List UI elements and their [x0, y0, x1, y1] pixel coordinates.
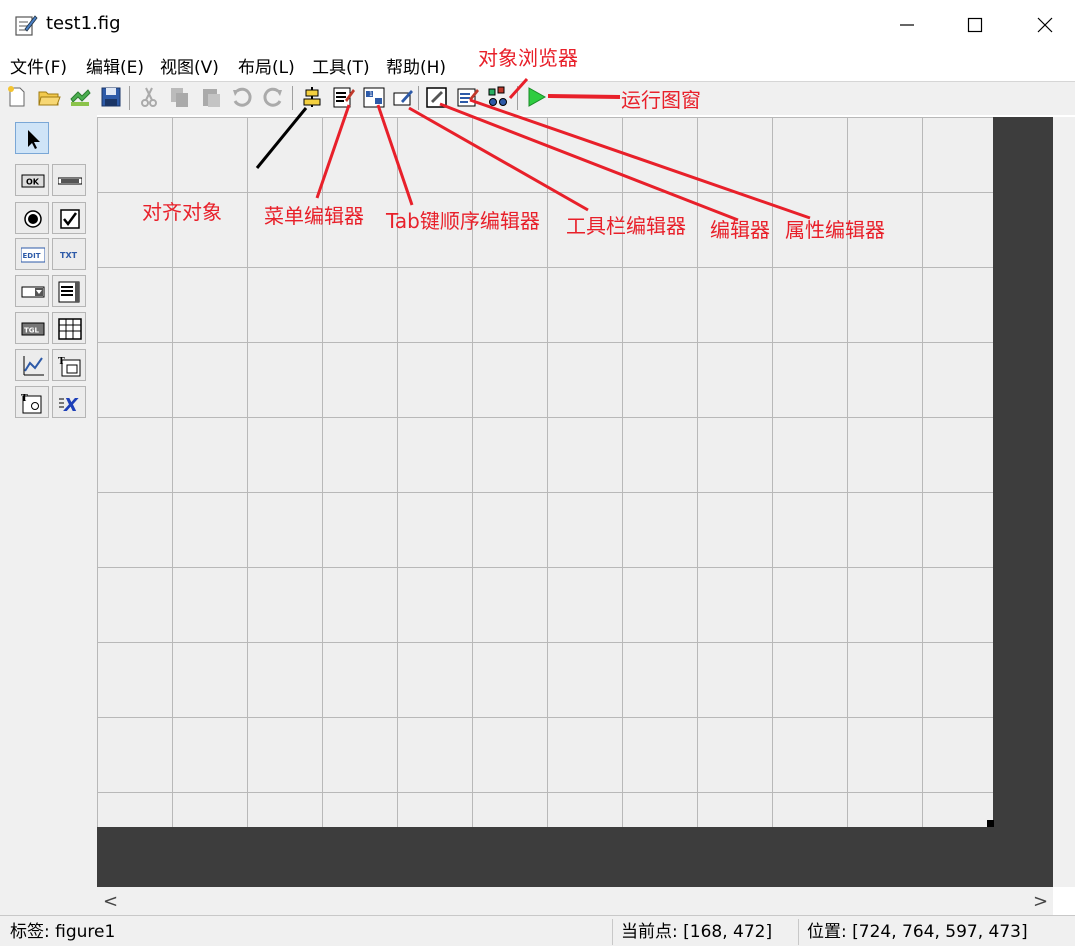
save-as-icon[interactable]: [68, 85, 92, 109]
activex-label: X: [63, 395, 79, 415]
menu-layout[interactable]: 布局(L): [238, 53, 295, 78]
cut-icon[interactable]: [137, 85, 161, 109]
horizontal-scrollbar[interactable]: < >: [97, 887, 1053, 915]
toolbar: 1: [0, 81, 1075, 115]
label-object-browser: 对象浏览器: [478, 46, 578, 70]
redo-icon[interactable]: [261, 85, 285, 109]
push-button-text: OK: [26, 178, 40, 187]
toggle-button-icon[interactable]: TGL: [15, 312, 49, 344]
editor-icon[interactable]: [425, 85, 449, 109]
static-text-icon[interactable]: TXT: [52, 238, 86, 270]
label-run-figure: 运行图窗: [621, 88, 701, 112]
minimize-button[interactable]: [872, 0, 942, 50]
figure-file-icon: [14, 13, 38, 37]
save-icon[interactable]: [99, 85, 123, 109]
popup-menu-icon[interactable]: [15, 275, 49, 307]
radio-button-icon[interactable]: [15, 202, 49, 234]
tab-order-editor-icon[interactable]: 1: [362, 85, 386, 109]
menu-help[interactable]: 帮助(H): [386, 53, 446, 78]
scroll-left-arrow[interactable]: <: [103, 891, 118, 912]
minimize-icon: [900, 24, 914, 26]
paste-icon[interactable]: [199, 85, 223, 109]
close-button[interactable]: [1010, 0, 1075, 50]
component-palette: OK EDIT TXT TGL T T X: [0, 115, 97, 915]
status-current-point: 当前点: [168, 472]: [612, 919, 796, 945]
button-group-icon[interactable]: T: [15, 386, 49, 418]
panel-label: T: [58, 357, 65, 367]
edit-text-icon[interactable]: EDIT: [15, 238, 49, 270]
label-toolbar-editor: 工具栏编辑器: [566, 214, 686, 238]
label-tab-order-editor: Tab键顺序编辑器: [386, 209, 540, 233]
copy-icon[interactable]: [168, 85, 192, 109]
menu-edit[interactable]: 编辑(E): [86, 53, 144, 78]
figure-resize-handle[interactable]: [987, 820, 994, 827]
status-tag: 标签: figure1: [10, 922, 116, 942]
axes-icon[interactable]: [15, 349, 49, 381]
new-file-icon[interactable]: [5, 85, 29, 109]
button-group-label: T: [21, 394, 28, 404]
status-bar: 标签: figure1 当前点: [168, 472] 位置: [724, 76…: [0, 915, 1075, 946]
scroll-right-arrow[interactable]: >: [1033, 891, 1048, 912]
checkbox-icon[interactable]: [52, 202, 86, 234]
open-folder-icon[interactable]: [37, 85, 61, 109]
menu-view[interactable]: 视图(V): [160, 53, 219, 78]
maximize-icon: [967, 17, 983, 33]
panel-icon[interactable]: T: [52, 349, 86, 381]
push-button-icon[interactable]: OK: [15, 164, 49, 196]
undo-icon[interactable]: [230, 85, 254, 109]
label-menu-editor: 菜单编辑器: [264, 204, 364, 228]
property-inspector-icon[interactable]: [456, 85, 480, 109]
select-arrow-icon[interactable]: [15, 122, 49, 154]
slider-icon[interactable]: [52, 164, 86, 196]
static-text-label: TXT: [60, 251, 78, 260]
window-title: test1.fig: [46, 13, 121, 34]
menu-file[interactable]: 文件(F): [10, 53, 67, 78]
object-browser-icon[interactable]: [486, 85, 510, 109]
toggle-button-label: TGL: [24, 327, 40, 335]
table-icon[interactable]: [52, 312, 86, 344]
svg-text:1: 1: [369, 91, 373, 98]
vertical-strip: [1053, 117, 1075, 887]
label-align-objects: 对齐对象: [142, 200, 222, 224]
align-objects-icon[interactable]: [300, 85, 324, 109]
edit-text-label: EDIT: [23, 252, 41, 260]
close-icon: [1037, 17, 1053, 33]
toolbar-editor-icon[interactable]: [391, 85, 415, 109]
menu-tools[interactable]: 工具(T): [312, 53, 370, 78]
activex-icon[interactable]: X: [52, 386, 86, 418]
label-property-inspector: 属性编辑器: [785, 218, 885, 242]
label-editor: 编辑器: [710, 218, 770, 242]
status-position: 位置: [724, 764, 597, 473]: [798, 919, 1075, 945]
listbox-icon[interactable]: [52, 275, 86, 307]
maximize-button[interactable]: [940, 0, 1010, 50]
menu-editor-icon[interactable]: [331, 85, 355, 109]
run-figure-icon[interactable]: [524, 85, 548, 109]
